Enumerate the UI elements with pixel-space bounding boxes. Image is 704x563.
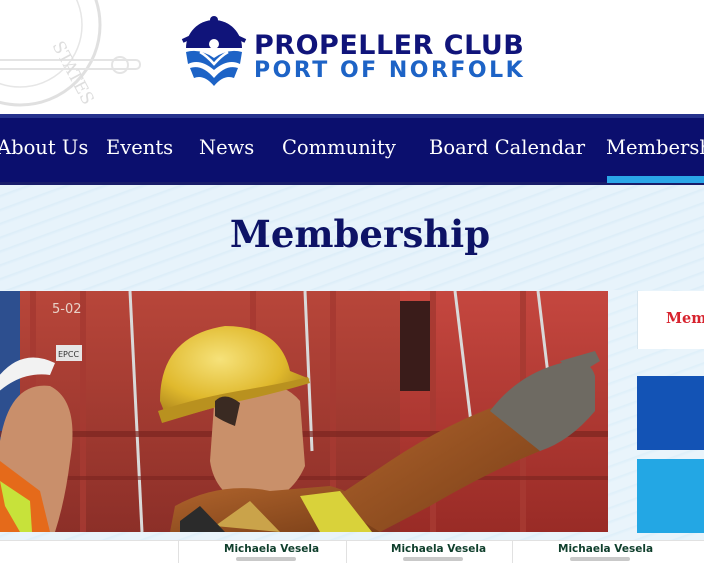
site-header: STATES PROPELLER CLUB PORT OF NORFOLK xyxy=(0,0,704,114)
member-name: Michaela Vesela xyxy=(391,543,487,555)
seal-watermark: STATES xyxy=(0,0,141,108)
nav-item-events[interactable]: Events xyxy=(106,136,173,159)
member-subtitle xyxy=(570,557,630,561)
port-workers-hardhats-containers-photo: EPCC 5-02 xyxy=(0,291,608,532)
nav-item-membership[interactable]: Membership xyxy=(606,136,704,159)
nav-item-about-us[interactable]: About Us xyxy=(0,136,88,159)
sidebar-blue-tile[interactable] xyxy=(637,376,704,450)
nav-item-community[interactable]: Community xyxy=(282,136,396,159)
nav-item-board-calendar[interactable]: Board Calendar xyxy=(429,136,585,159)
nav-item-news[interactable]: News xyxy=(199,136,254,159)
member-name: Michaela Vesela xyxy=(224,543,320,555)
ship-wheel-waves-logo-icon xyxy=(181,16,247,86)
member-subtitle xyxy=(403,557,463,561)
nav-active-indicator xyxy=(607,176,704,183)
page-title: Membership xyxy=(229,212,491,256)
membership-sidebar-card-label: Mem xyxy=(666,310,704,327)
logo-title: PROPELLER CLUB xyxy=(254,30,525,61)
main-navigation: About Us Events News Community Board Cal… xyxy=(0,114,704,185)
hero-image: EPCC 5-02 xyxy=(0,291,608,532)
container-marking-502: 5-02 xyxy=(52,302,82,317)
site-logo[interactable]: PROPELLER CLUB PORT OF NORFOLK xyxy=(180,12,540,88)
member-subtitle xyxy=(236,557,296,561)
container-marking-epcc: EPCC xyxy=(58,350,79,359)
logo-subtitle: PORT OF NORFOLK xyxy=(254,58,526,83)
member-name: Michaela Vesela xyxy=(558,543,654,555)
sidebar-light-blue-tile[interactable] xyxy=(637,459,704,533)
